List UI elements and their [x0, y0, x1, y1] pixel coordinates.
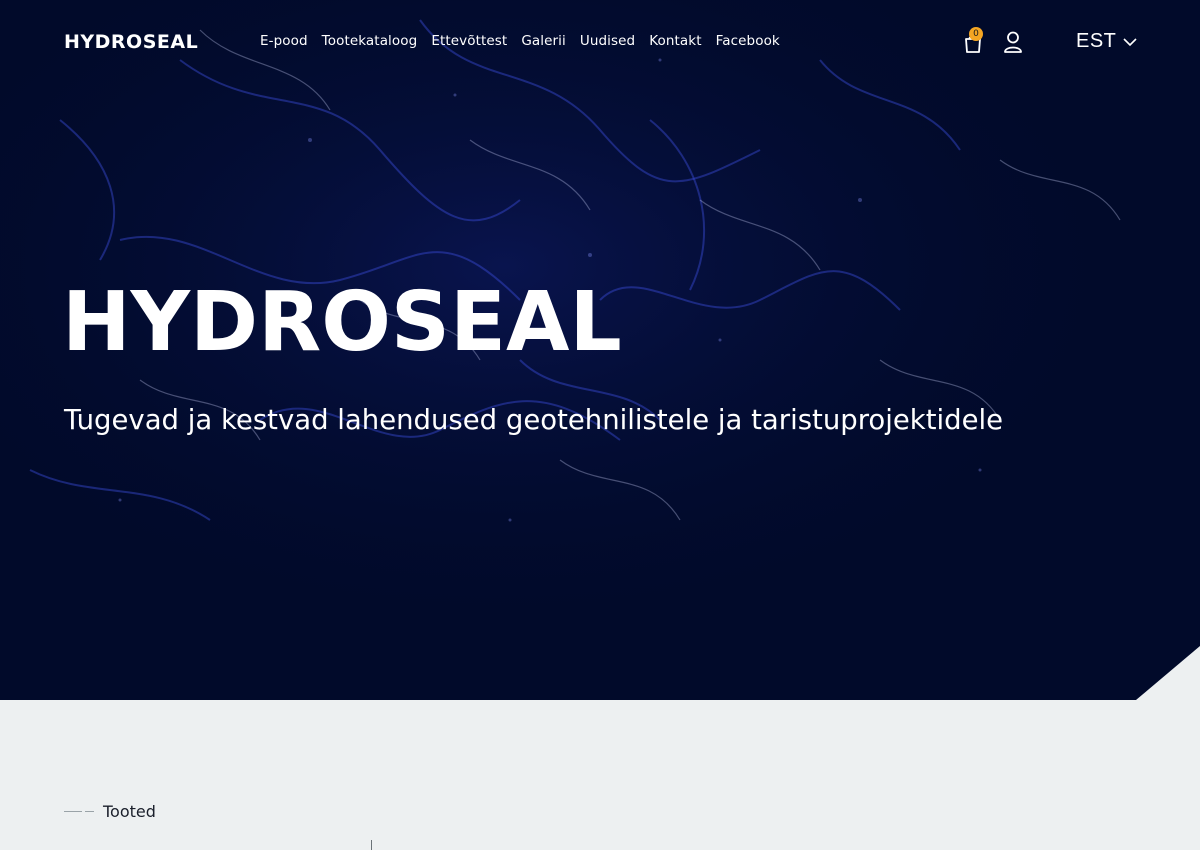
- hero-title: HYDROSEAL: [62, 275, 622, 370]
- user-icon: [1004, 31, 1022, 53]
- nav-item-kontakt[interactable]: Kontakt: [649, 33, 701, 49]
- site-logo[interactable]: HYDROSEAL: [64, 31, 198, 53]
- products-section-label: Tooted: [103, 802, 156, 821]
- hero-subtitle: Tugevad ja kestvad lahendused geotehnili…: [64, 404, 1004, 436]
- nav-item-galerii[interactable]: Galerii: [521, 33, 566, 49]
- language-label: EST: [1076, 30, 1117, 52]
- chevron-down-icon: [1123, 37, 1137, 46]
- account-button[interactable]: [1002, 30, 1024, 54]
- language-selector[interactable]: EST: [1076, 30, 1138, 53]
- section-label-dash: [64, 811, 94, 812]
- hero-corner-cut: [1136, 646, 1200, 700]
- nav-item-e-pood[interactable]: E-pood: [260, 33, 308, 49]
- cart-count-badge: 0: [969, 27, 983, 41]
- site-header: HYDROSEAL E-pood Tootekataloog Ettevõtte…: [0, 0, 1200, 84]
- cart-button[interactable]: 0: [960, 27, 986, 56]
- nav-item-ettevottest[interactable]: Ettevõttest: [431, 33, 507, 49]
- section-divider: [371, 840, 372, 850]
- main-nav: E-pood Tootekataloog Ettevõttest Galerii…: [260, 33, 780, 49]
- nav-item-uudised[interactable]: Uudised: [580, 33, 635, 49]
- hero-section: HYDROSEAL E-pood Tootekataloog Ettevõtte…: [0, 0, 1200, 700]
- products-section-heading: Tooted: [64, 802, 156, 821]
- nav-item-facebook[interactable]: Facebook: [716, 33, 780, 49]
- nav-item-tootekataloog[interactable]: Tootekataloog: [322, 33, 418, 49]
